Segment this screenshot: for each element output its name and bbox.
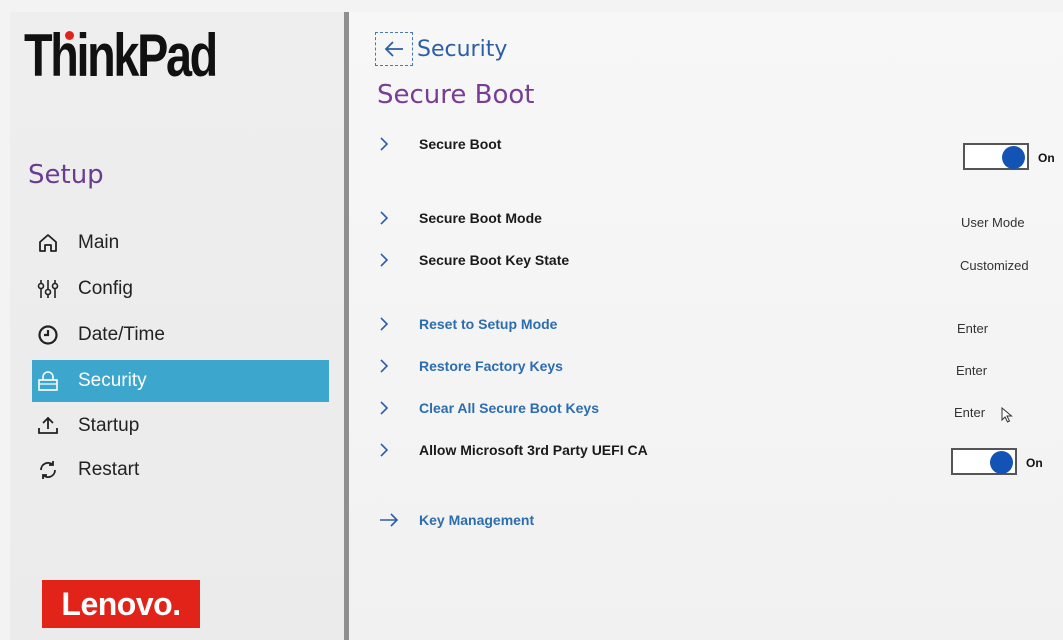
thinkpad-logo: ThinkPad [24,22,218,89]
sliders-icon [34,277,62,301]
sidebar-item-main[interactable]: Main [32,222,329,264]
main-panel: Security Secure Boot Secure Boot On Secu… [349,12,1063,640]
setting-value: User Mode [961,215,1025,230]
chevron-right-icon [379,211,393,225]
setup-title: Setup [28,160,104,190]
chevron-right-icon [379,253,393,267]
sidebar-item-label: Restart [78,459,140,480]
sidebar-item-config[interactable]: Config [32,268,329,310]
lenovo-logo: Lenovo. [42,580,200,628]
secure-boot-toggle[interactable] [963,143,1029,170]
upload-icon [34,414,62,438]
setting-label: Reset to Setup Mode [419,316,558,332]
sidebar-item-label: Config [78,278,133,299]
toggle-state-label: On [1038,151,1055,165]
setting-label: Clear All Secure Boot Keys [419,400,599,416]
setting-row-secure-boot[interactable]: Secure Boot [379,136,1059,152]
chevron-right-icon [379,137,393,151]
setting-row-key-management[interactable]: Key Management [379,512,1059,528]
clock-icon [34,323,62,347]
lock-icon [34,369,62,393]
setting-value: Enter [956,363,988,378]
page-title: Secure Boot [377,80,535,110]
back-link[interactable]: Security [375,32,507,66]
setting-label: Key Management [419,512,535,528]
setting-value: Enter [954,405,986,420]
setting-label: Restore Factory Keys [419,358,563,374]
setting-label: Secure Boot Key State [419,252,570,268]
setting-row-secure-boot-mode[interactable]: Secure Boot Mode [379,210,1059,226]
toggle-state-label: On [1026,456,1043,470]
setting-value: Enter [957,321,989,336]
setting-label: Secure Boot Mode [419,210,542,226]
chevron-right-icon [379,401,393,415]
sidebar-item-label: Main [78,232,120,253]
chevron-right-icon [379,359,393,373]
sidebar-item-startup[interactable]: Startup [32,405,329,447]
setting-row-secure-boot-key-state[interactable]: Secure Boot Key State [379,252,1059,268]
sidebar-item-label: Security [78,370,147,391]
arrow-right-icon [379,513,401,527]
setting-value: Customized [960,258,1029,273]
mouse-pointer-icon [1001,406,1013,428]
sidebar-item-label: Date/Time [78,324,165,345]
toggle-knob [990,451,1013,474]
home-icon [34,231,62,255]
chevron-right-icon [379,317,393,331]
sidebar-item-restart[interactable]: Restart [32,449,329,491]
chevron-right-icon [379,443,393,457]
sidebar-item-security[interactable]: Security [32,360,329,402]
setting-label: Secure Boot [419,136,502,152]
sidebar-item-label: Startup [78,415,140,436]
allow-microsoft-3rd-party-uefi-ca-toggle[interactable] [951,448,1017,475]
setting-label: Allow Microsoft 3rd Party UEFI CA [419,442,648,458]
restart-icon [34,458,62,482]
sidebar: ThinkPad Setup Main Config Date/Time Sec… [10,12,344,640]
sidebar-item-date-time[interactable]: Date/Time [32,314,329,356]
thinkpad-logo-dot [65,31,74,40]
toggle-knob [1002,146,1025,169]
back-arrow-icon[interactable] [375,32,413,66]
breadcrumb-security[interactable]: Security [417,37,507,62]
